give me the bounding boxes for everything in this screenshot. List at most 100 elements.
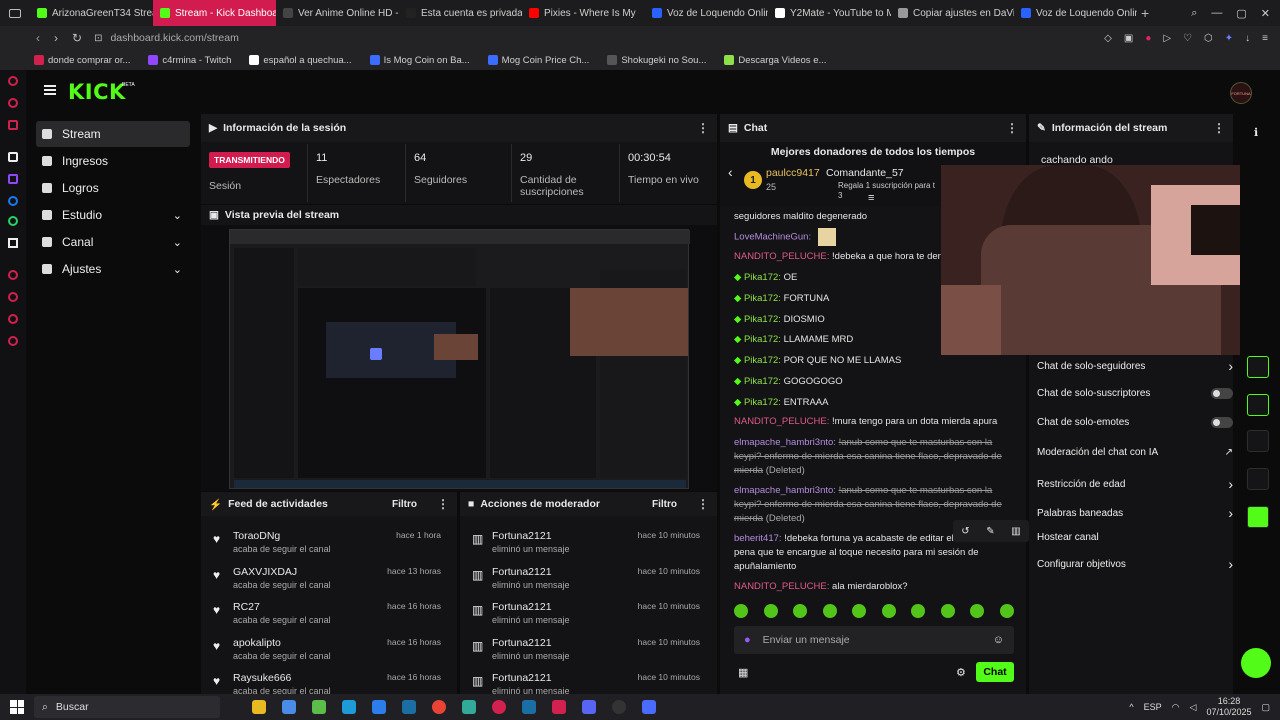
menu-icon[interactable]: ≡ [1262, 33, 1268, 44]
tab[interactable]: Ver Anime Online HD - [276, 0, 399, 26]
clock[interactable]: 16:28 07/10/2025 [1206, 696, 1251, 718]
rail-button-apps[interactable] [1247, 468, 1269, 490]
emote-icon[interactable] [822, 604, 837, 618]
chat-username[interactable]: beherit417: [734, 533, 782, 544]
edge-icon[interactable] [342, 700, 356, 714]
chat-username[interactable]: Pika172: [744, 334, 781, 345]
taskbar-search[interactable]: ⌕ Buscar [34, 696, 220, 718]
list-item[interactable]: ♥ ToraoDNg acaba de seguir el canal hace 1 … [201, 526, 449, 562]
list-item-user[interactable]: Fortuna2121 [492, 637, 552, 649]
chat-username[interactable]: Pika172: [744, 355, 781, 366]
rail-button-tools[interactable] [1247, 430, 1269, 452]
pin-icon[interactable]: ✎ [986, 526, 994, 537]
toggle-switch[interactable] [1211, 417, 1233, 428]
emote-icon[interactable] [881, 604, 896, 618]
new-tab-icon[interactable]: + [1141, 5, 1149, 21]
emote-icon[interactable] [793, 604, 808, 618]
reply-icon[interactable]: ↺ [961, 526, 969, 537]
steam-icon[interactable] [402, 700, 416, 714]
bookmark-item[interactable]: español a quechua... [249, 55, 352, 66]
forward-icon[interactable]: › [54, 31, 58, 45]
chevron-right-icon[interactable]: › [1228, 556, 1233, 572]
sidebar-item-ingresos[interactable]: Ingresos [36, 148, 190, 174]
chat-message[interactable]: ◆ Pika172: POR QUE NO ME LLAMAS [734, 354, 1014, 368]
setting-row[interactable]: Restricción de edad › [1037, 476, 1233, 492]
chat-message[interactable]: elmapache_hambri3nto: !anub como que te … [734, 436, 1014, 478]
start-icon[interactable] [10, 700, 24, 714]
twitch-icon[interactable] [8, 174, 18, 184]
setting-row[interactable]: Hostear canal [1037, 532, 1233, 543]
list-item[interactable]: ♥ GAXVJIXDAJ acaba de seguir el canal hace … [201, 562, 449, 598]
kick-logo[interactable]: KICK [68, 80, 126, 104]
close-window-icon[interactable]: ✕ [1261, 7, 1270, 20]
chevron-right-icon[interactable]: › [1228, 476, 1233, 492]
notifications-icon[interactable]: ▢ [1261, 702, 1270, 713]
list-item[interactable]: ▥ Fortuna2121 eliminó un mensaje hace 10 mi… [460, 597, 708, 633]
sidebar-item-canal[interactable]: Canal ⌄ [36, 229, 190, 255]
rail-button-layout[interactable] [1247, 394, 1269, 416]
list-item-user[interactable]: Fortuna2121 [492, 530, 552, 542]
maximize-icon[interactable]: ▢ [1236, 7, 1246, 20]
toggle-switch[interactable] [1211, 388, 1233, 399]
chevron-left-icon[interactable]: ‹ [728, 164, 733, 180]
hamburger-icon[interactable] [44, 85, 56, 95]
download-icon[interactable]: ↓ [1245, 33, 1250, 44]
gift-icon[interactable]: ▦ [738, 666, 748, 679]
chat-message[interactable]: NANDITO_PELUCHE: ala mierdaroblox? [734, 580, 1014, 594]
lang-indicator[interactable]: ESP [1144, 702, 1162, 712]
stream-preview-video[interactable] [229, 229, 690, 489]
tab[interactable]: ArizonaGreenT34 Strea [30, 0, 153, 26]
list-item[interactable]: ▥ Fortuna2121 eliminó un mensaje hace 10 mi… [460, 526, 708, 562]
list-item-user[interactable]: Fortuna2121 [492, 566, 552, 578]
back-icon[interactable]: ‹ [36, 31, 40, 45]
pocket-icon[interactable]: ● [1145, 33, 1151, 44]
collapse-icon[interactable]: ≡ [868, 192, 874, 204]
play-icon[interactable]: ▷ [1163, 33, 1171, 44]
setting-row[interactable]: Chat de solo-seguidores › [1037, 358, 1233, 374]
favorites-icon[interactable]: ♡ [1183, 33, 1192, 44]
chat-username[interactable]: NANDITO_PELUCHE: [734, 251, 829, 262]
tab[interactable]: Pixies - Where Is My [522, 0, 645, 26]
setting-row[interactable]: Configurar objetivos › [1037, 556, 1233, 572]
tray-chevron-icon[interactable]: ^ [1129, 702, 1133, 712]
sidebar-item-ajustes[interactable]: Ajustes ⌄ [36, 256, 190, 282]
chat-username[interactable]: elmapache_hambri3nto: [734, 485, 836, 496]
emote-icon[interactable] [911, 604, 926, 618]
webcam-overlay[interactable] [941, 165, 1280, 355]
sidebar-item-estudio[interactable]: Estudio ⌄ [36, 202, 190, 228]
chat-username[interactable]: Pika172: [744, 376, 781, 387]
list-item[interactable]: ♥ apokalipto acaba de seguir el canal hace … [201, 633, 449, 669]
reload-icon[interactable]: ↻ [72, 31, 82, 45]
explorer-icon[interactable] [252, 700, 266, 714]
filter-button[interactable]: Filtro [652, 499, 677, 510]
setting-row[interactable]: Palabras baneadas › [1037, 505, 1233, 521]
whatsapp-icon[interactable] [8, 216, 18, 226]
chat-username[interactable]: LoveMachineGun: [734, 232, 811, 243]
roblox-icon[interactable] [642, 700, 656, 714]
emote-icon[interactable] [999, 604, 1014, 618]
minimize-icon[interactable]: — [1211, 7, 1222, 20]
rail-button-broadcast[interactable] [1247, 356, 1269, 378]
discord-icon[interactable] [582, 700, 596, 714]
chat-username[interactable]: Pika172: [744, 272, 781, 283]
chat-message[interactable]: ◆ Pika172: GOGOGOGO [734, 375, 1014, 389]
avatar[interactable]: FORTUNA [1230, 82, 1252, 104]
sidebar-app-icon[interactable] [8, 314, 18, 324]
rail-button-clips[interactable] [1247, 506, 1269, 528]
chat-message[interactable]: NANDITO_PELUCHE: !mura tengo para un dot… [734, 415, 1014, 429]
search-tabs-icon[interactable]: ⌕ [1191, 7, 1197, 20]
delete-icon[interactable]: ▥ [1011, 526, 1020, 537]
app-icon[interactable] [462, 700, 476, 714]
external-link-icon[interactable]: ↗ [1225, 447, 1233, 458]
x-icon[interactable] [8, 238, 18, 248]
setting-row[interactable]: Chat de solo-suscriptores [1037, 388, 1233, 399]
sidebar-item-stream[interactable]: Stream [36, 121, 190, 147]
chevron-right-icon[interactable]: › [1228, 505, 1233, 521]
list-item[interactable]: ▥ Fortuna2121 eliminó un mensaje hace 10 mi… [460, 633, 708, 669]
copilot-icon[interactable] [282, 700, 296, 714]
setting-row[interactable]: Moderación del chat con IA ↗ [1037, 447, 1233, 458]
emote-icon[interactable] [970, 604, 985, 618]
list-item[interactable]: ▥ Fortuna2121 eliminó un mensaje hace 10 mi… [460, 562, 708, 598]
tab[interactable]: Copiar ajustes en DaVin [891, 0, 1014, 26]
kebab-icon[interactable]: ⋮ [1006, 121, 1018, 135]
